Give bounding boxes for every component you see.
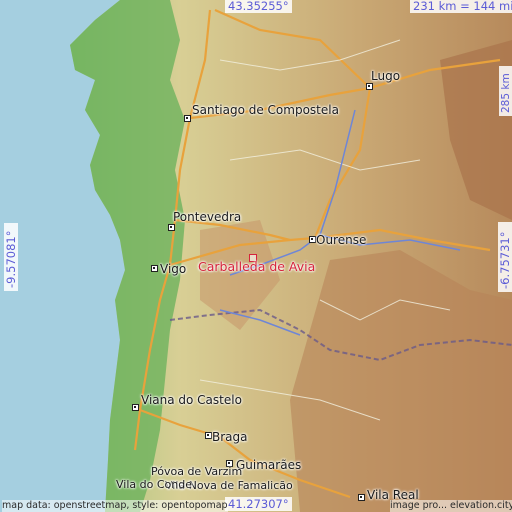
city-label-pontevedra[interactable]: Pontevedra <box>173 210 241 224</box>
left-longitude-label: -9.57081° <box>4 223 18 291</box>
city-marker-viana <box>132 404 139 411</box>
city-label-braga[interactable]: Braga <box>212 430 248 444</box>
city-label-povoa[interactable]: Póvoa de Varzim <box>151 465 242 479</box>
map-credit: map data: openstreetmap, style: opentopo… <box>2 500 228 512</box>
map-view[interactable]: 43.35255° 41.27307° -9.57081° -6.75731° … <box>0 0 512 512</box>
city-label-viladoconde[interactable]: Vila do Conde <box>116 478 192 492</box>
target-place-label[interactable]: Carballeda de Avia <box>198 260 315 274</box>
city-label-guimaraes[interactable]: Guimarães <box>236 458 301 472</box>
city-label-ourense[interactable]: Ourense <box>316 233 366 247</box>
city-marker-vigo <box>151 265 158 272</box>
city-marker-vilareal <box>358 494 365 501</box>
city-label-santiago[interactable]: Santiago de Compostela <box>192 103 339 117</box>
bottom-latitude-label: 41.27307° <box>225 497 292 511</box>
city-marker-braga <box>205 432 212 439</box>
city-marker-pontevedra <box>168 224 175 231</box>
image-credit: image pro... elevation.city <box>390 500 512 512</box>
top-latitude-label: 43.35255° <box>225 0 292 13</box>
city-label-vigo[interactable]: Vigo <box>160 262 186 276</box>
right-longitude-label: -6.75731° <box>498 222 512 292</box>
city-label-lugo[interactable]: Lugo <box>371 69 400 83</box>
city-label-viana[interactable]: Viana do Castelo <box>141 393 242 407</box>
elevation-scale-label: 285 km <box>499 66 512 116</box>
city-marker-lugo <box>366 83 373 90</box>
city-marker-santiago <box>184 115 191 122</box>
scale-label: 231 km = 144 mi <box>410 0 512 13</box>
city-marker-ourense <box>309 236 316 243</box>
